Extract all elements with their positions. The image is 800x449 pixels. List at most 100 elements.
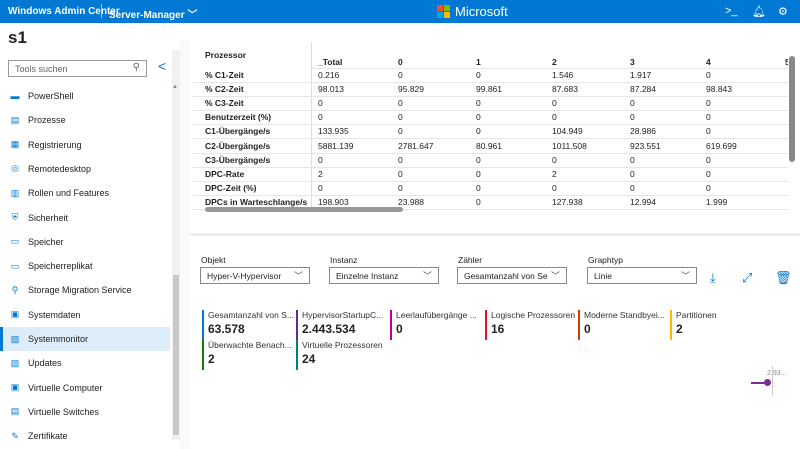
expand-icon[interactable]: ⤢ xyxy=(742,270,752,286)
counter-stat[interactable]: Partitionen 2 xyxy=(670,310,717,340)
sidebar-item-sicherheit[interactable]: ⛨ Sicherheit xyxy=(0,206,170,230)
counter-stat[interactable]: Moderne Standbyei... 0 xyxy=(578,310,665,340)
app-title[interactable]: Windows Admin Center xyxy=(8,6,120,17)
sidebar-item-storage-migration-service[interactable]: ⚲ Storage Migration Service xyxy=(0,278,170,302)
table-cell: 5881.139 xyxy=(318,140,354,151)
column-header[interactable]: 2 xyxy=(552,57,557,67)
performance-monitor-icon: ▨ xyxy=(10,333,20,344)
sidebar-item-remotedesktop[interactable]: ◎ Remotedesktop xyxy=(0,157,170,181)
divider xyxy=(101,4,102,18)
certificate-icon: ✎ xyxy=(11,430,19,441)
counter-stat[interactable]: Leerlaufübergänge ... 0 xyxy=(390,310,477,340)
terminal-icon[interactable]: >_ xyxy=(725,5,738,17)
panel-divider xyxy=(180,40,190,449)
counter-stat[interactable]: Überwachte Benach... 2 xyxy=(202,340,292,370)
collapse-sidebar-button[interactable]: < xyxy=(158,58,166,74)
top-bar: Windows Admin Center Server-Manager ﹀ Mi… xyxy=(0,0,800,23)
server-name: s1 xyxy=(8,28,27,47)
counter-value: 2.443.534 xyxy=(302,322,356,336)
object-dropdown[interactable]: Hyper-V-Hypervisor ﹀ xyxy=(200,267,310,284)
download-icon[interactable]: ⤓ xyxy=(710,270,716,286)
scroll-up-icon[interactable]: ▲ xyxy=(172,84,178,90)
table-cell: 0 xyxy=(476,70,481,80)
row-divider xyxy=(192,96,788,98)
instance-value: Einzelne Instanz xyxy=(336,271,399,281)
sidebar-item-updates[interactable]: ▧ Updates xyxy=(0,351,170,375)
scrollbar-thumb[interactable] xyxy=(205,207,403,212)
sidebar-item-label: Zertifikate xyxy=(28,431,68,442)
table-cell: 87.683 xyxy=(552,84,578,95)
sidebar-item-prozesse[interactable]: ▤ Prozesse xyxy=(0,108,170,132)
column-header[interactable]: 1 xyxy=(476,57,481,67)
sidebar-item-label: Registrierung xyxy=(28,139,82,150)
sidebar-item-speicher[interactable]: ▭ Speicher xyxy=(0,230,170,254)
column-header[interactable]: 4 xyxy=(706,57,711,67)
sidebar-item-speicherreplikat[interactable]: ▭ Speicherreplikat xyxy=(0,254,170,278)
table-cell: 0 xyxy=(476,182,481,193)
counter-stat[interactable]: HypervisorStartupC... 2.443.534 xyxy=(296,310,383,340)
context-switcher[interactable]: Server-Manager ﹀ xyxy=(109,6,197,21)
column-header[interactable]: 5 xyxy=(785,57,788,67)
table-cell: 0 xyxy=(630,154,635,165)
sidebar-item-virtuelle-switches[interactable]: ▤ Virtuelle Switches xyxy=(0,400,170,424)
row-divider xyxy=(192,82,788,83)
search-icon[interactable]: ⚲ xyxy=(133,62,140,73)
sidebar-item-systemdaten[interactable]: ▣ Systemdaten xyxy=(0,303,170,327)
row-divider xyxy=(192,166,788,168)
sidebar-item-virtuelle-computer[interactable]: ▣ Virtuelle Computer xyxy=(0,376,170,400)
counter-stat[interactable]: Logische Prozessoren 16 xyxy=(485,310,575,340)
table-cell: 2781.647 xyxy=(398,140,434,151)
table-cell: 0 xyxy=(476,112,481,123)
sidebar-item-rollen-und-features[interactable]: ▥ Rollen und Features xyxy=(0,181,170,205)
table-vertical-scrollbar[interactable] xyxy=(789,48,797,208)
table-cell: 0 xyxy=(552,182,557,193)
sidebar-item-label: Virtuelle Switches xyxy=(28,406,99,417)
counter-label: Zähler xyxy=(458,255,483,265)
storage-replica-icon: ▭ xyxy=(10,260,20,271)
switch-icon: ▤ xyxy=(10,406,20,417)
row-divider xyxy=(192,124,788,126)
table-horizontal-scrollbar[interactable] xyxy=(195,206,795,214)
instance-dropdown[interactable]: Einzelne Instanz ﹀ xyxy=(329,267,439,284)
counter-value: 2 xyxy=(676,322,683,336)
vm-icon: ▣ xyxy=(10,382,20,393)
scrollbar-thumb[interactable] xyxy=(173,275,179,435)
chart-data-point[interactable] xyxy=(764,379,771,386)
table-cell: 28.986 xyxy=(630,126,656,137)
scrollbar-thumb[interactable] xyxy=(789,56,795,162)
column-header[interactable]: 0 xyxy=(398,57,403,67)
counter-stat[interactable]: Virtuelle Prozessoren 24 xyxy=(296,340,383,370)
counter-dropdown[interactable]: Gesamtanzahl von Se ﹀ xyxy=(457,267,567,284)
row-label: % C3-Zeit xyxy=(205,98,244,109)
counter-stat[interactable]: Gesamtanzahl von S... 63.578 xyxy=(202,310,294,340)
sidebar-item-registrierung[interactable]: ▦ Registrierung xyxy=(0,133,170,157)
sidebar-item-powershell[interactable]: ▬ PowerShell xyxy=(0,84,170,108)
bell-icon[interactable]: 🔔︎ xyxy=(752,5,766,18)
gear-icon[interactable]: ⚙ xyxy=(778,5,788,18)
pane-splitter[interactable] xyxy=(190,233,800,236)
column-header[interactable]: 3 xyxy=(630,57,635,67)
table-cell: 0 xyxy=(630,112,635,123)
sidebar-item-label: Rollen und Features xyxy=(28,188,110,199)
delete-icon[interactable]: 🗑︎ xyxy=(775,270,792,286)
table-cell: 1.546 xyxy=(552,70,574,80)
table-cell: 0 xyxy=(398,126,403,137)
sidebar-item-label: Systemmonitor xyxy=(28,334,89,344)
sidebar-item-zertifikate[interactable]: ✎ Zertifikate xyxy=(0,424,170,448)
table-cell: 0 xyxy=(630,182,635,193)
column-header[interactable]: _Total xyxy=(318,57,342,67)
graph-type-dropdown[interactable]: Linie ﹀ xyxy=(587,267,697,284)
graph-type-label: Graphtyp xyxy=(588,255,623,265)
counter-value: Gesamtanzahl von Se xyxy=(464,271,548,281)
table-cell: 104.949 xyxy=(552,126,583,137)
table-cell: 2 xyxy=(318,168,323,179)
table-cell: 98.843 xyxy=(706,84,732,95)
sidebar-scrollbar[interactable]: ▲ xyxy=(172,50,180,440)
sidebar-item-label: Speicher xyxy=(28,236,64,247)
migration-icon: ⚲ xyxy=(11,284,19,295)
table-cell: 0 xyxy=(706,98,711,109)
tools-search-input[interactable]: Tools suchen ⚲ xyxy=(8,60,147,77)
table-cell: 0 xyxy=(630,168,635,179)
instance-label: Instanz xyxy=(330,255,358,265)
sidebar-item-systemmonitor[interactable]: ▨ Systemmonitor xyxy=(0,327,170,351)
